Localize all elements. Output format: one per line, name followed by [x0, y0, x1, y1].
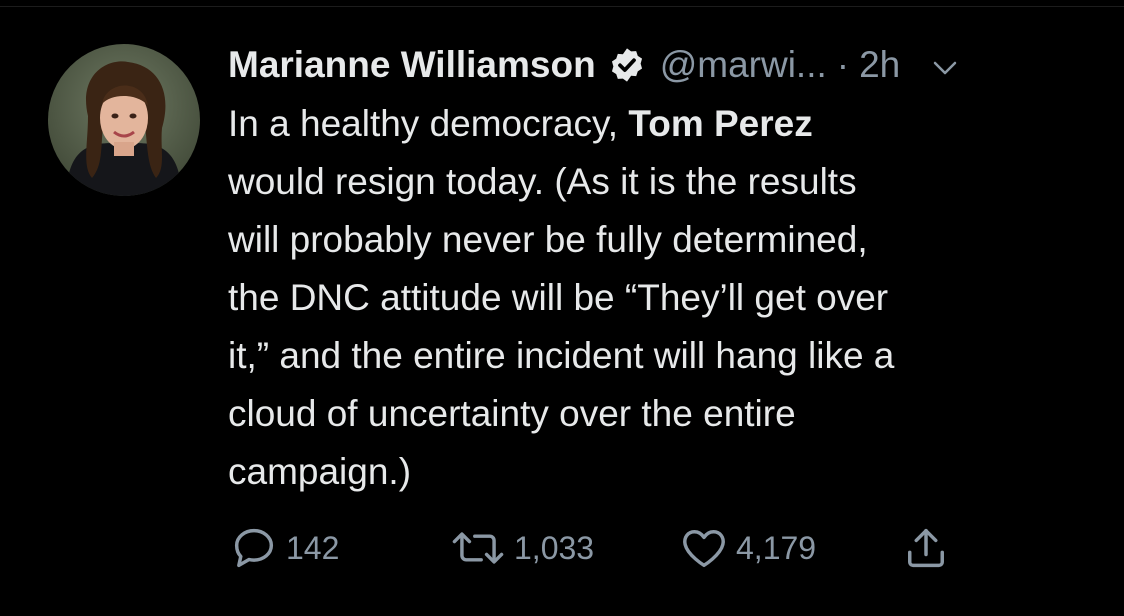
reply-button[interactable]: 142: [228, 522, 339, 574]
share-button[interactable]: [900, 522, 952, 574]
tweet-timestamp[interactable]: 2h: [859, 44, 900, 86]
tweet-line: the DNC attitude will be “They’ll get ov…: [228, 277, 889, 318]
tweet-line: will probably never be fully determined,: [228, 219, 868, 260]
tweet-line: it,” and the entire incident will hang l…: [228, 335, 895, 376]
tweet-line: In a healthy democracy, Tom Perez: [228, 103, 813, 144]
chevron-down-icon[interactable]: [930, 50, 960, 80]
retweet-count: 1,033: [514, 529, 595, 566]
like-count: 4,179: [736, 529, 817, 566]
action-bar: 142 1,033 4,179: [228, 522, 968, 574]
like-button[interactable]: 4,179: [678, 522, 816, 574]
tweet-text: In a healthy democracy, Tom Perez would …: [228, 95, 1098, 501]
author-name[interactable]: Marianne Williamson: [228, 44, 596, 86]
avatar[interactable]: [48, 44, 200, 196]
tweet-line: cloud of uncertainty over the entire: [228, 393, 796, 434]
verified-badge-icon: [608, 46, 646, 84]
share-icon: [900, 522, 952, 574]
tweet[interactable]: Marianne Williamson @marwi... · 2h In a …: [0, 0, 1124, 616]
mention-bold: Tom Perez: [628, 103, 813, 144]
heart-icon: [678, 522, 730, 574]
reply-icon: [228, 522, 280, 574]
retweet-icon: [448, 522, 508, 574]
tweet-line: campaign.): [228, 451, 412, 492]
retweet-button[interactable]: 1,033: [448, 522, 594, 574]
avatar-photo: [48, 44, 200, 196]
tweet-line: would resign today. (As it is the result…: [228, 161, 857, 202]
header-separator: ·: [836, 44, 850, 85]
tweet-header: Marianne Williamson @marwi... · 2h: [228, 40, 960, 90]
author-handle[interactable]: @marwi...: [660, 44, 827, 86]
reply-count: 142: [286, 529, 340, 566]
